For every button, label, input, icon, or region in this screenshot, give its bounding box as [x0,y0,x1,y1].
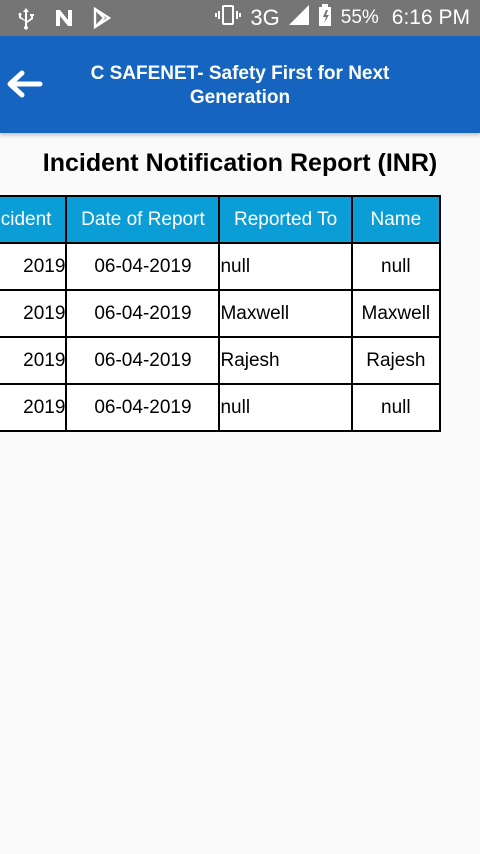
status-bar: 3G 55% 6:16 PM [0,0,480,36]
notification-icons [14,6,114,30]
cell-name: Rajesh [350,336,442,385]
cell-date: 06-04-2019 [65,336,221,385]
column-header-reported-to: Reported To [218,195,353,244]
table-row[interactable]: 2019 06-04-2019 null null [0,242,442,291]
usb-icon [14,6,38,30]
column-header-date: Date of Report [65,195,221,244]
cell-name: Maxwell [350,289,442,338]
network-type: 3G [250,5,280,30]
battery-icon [318,4,332,32]
cell-reported-to: null [218,383,353,432]
cell-date: 06-04-2019 [65,383,221,432]
cell-date: 06-04-2019 [65,289,221,338]
table-row[interactable]: 2019 06-04-2019 Rajesh Rajesh [0,336,442,385]
battery-percent: 55% [340,7,379,28]
cell-reported-to: null [218,242,353,291]
play-store-icon [90,6,114,30]
signal-icon [288,5,309,31]
table-header-row: Incident Date of Report Reported To Name [0,195,442,244]
vibrate-icon [215,4,242,32]
table-row[interactable]: 2019 06-04-2019 null null [0,383,442,432]
cell-name: null [350,383,442,432]
system-status: 3G 55% 6:16 PM [215,0,470,36]
clock: 6:16 PM [391,6,470,29]
cell-reported-to: Rajesh [218,336,353,385]
column-header-name: Name [350,195,442,244]
app-bar: C SAFENET- Safety First for Next Generat… [0,36,480,133]
cell-incident: 2019 [0,336,68,385]
cell-incident: 2019 [0,383,68,432]
cell-date: 06-04-2019 [65,242,221,291]
cell-name: null [350,242,442,291]
cell-incident: 2019 [0,242,68,291]
arrow-left-icon [7,70,43,98]
back-button[interactable] [0,60,48,108]
cell-reported-to: Maxwell [218,289,353,338]
table-row[interactable]: 2019 06-04-2019 Maxwell Maxwell [0,289,442,338]
cell-incident: 2019 [0,289,68,338]
page-title: Incident Notification Report (INR) [42,149,438,177]
report-table: Incident Date of Report Reported To Name… [0,195,442,432]
column-header-incident: Incident [0,195,68,244]
report-table-container[interactable]: Incident Date of Report Reported To Name… [0,195,480,441]
n-notification-icon [52,6,76,30]
app-title: C SAFENET- Safety First for Next Generat… [90,63,390,108]
